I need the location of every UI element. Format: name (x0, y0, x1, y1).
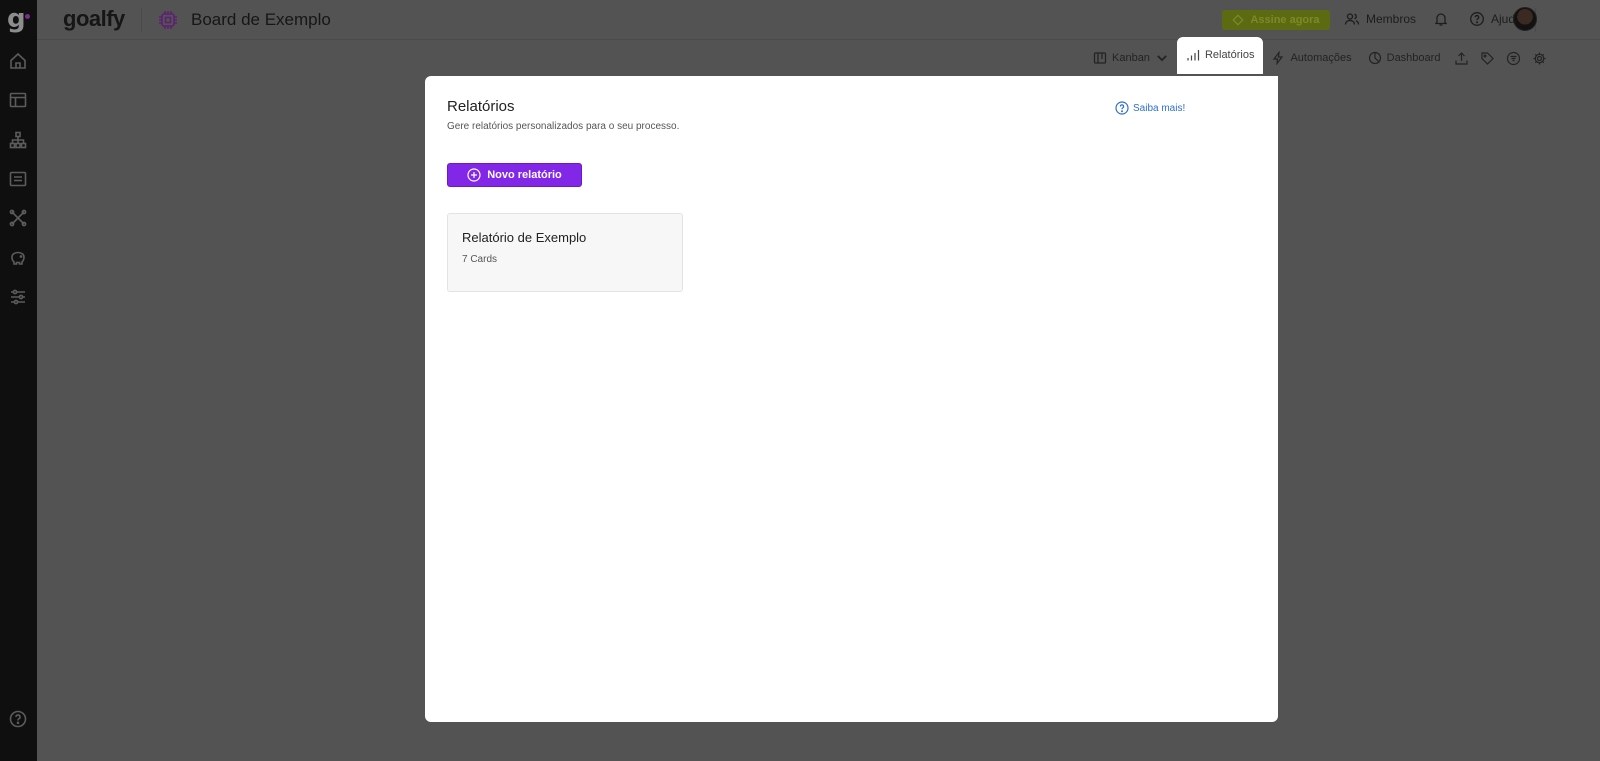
new-report-label: Novo relatório (487, 169, 562, 181)
view-selector-label: Kanban (1112, 52, 1150, 64)
report-title: Relatório de Exemplo (462, 230, 587, 245)
tab-reports[interactable]: Relatórios (1176, 36, 1264, 74)
report-card[interactable]: Relatório de Exemplo 7 Cards (447, 213, 683, 292)
view-selector[interactable]: Kanban (1085, 44, 1177, 72)
table-icon[interactable] (8, 90, 28, 110)
kanban-icon (1093, 52, 1107, 64)
modal-subtitle: Gere relatórios personalizados para o se… (447, 121, 680, 132)
piggy-bank-icon[interactable] (8, 248, 28, 268)
filter-icon (1506, 51, 1521, 65)
subscribe-button[interactable]: Assine agora (1222, 10, 1330, 30)
new-report-button[interactable]: Novo relatório (447, 163, 582, 187)
reports-modal: Relatórios Gere relatórios personalizado… (425, 76, 1278, 722)
notifications-button[interactable] (1433, 11, 1449, 27)
logo-mark[interactable]: g (7, 6, 31, 34)
board-chip-icon (157, 9, 179, 31)
question-icon (1470, 12, 1484, 26)
tag-icon (1481, 51, 1494, 65)
divider (141, 8, 142, 32)
settings-button[interactable] (1526, 44, 1552, 72)
tab-automations-label: Automações (1290, 52, 1352, 64)
users-icon (1344, 13, 1360, 25)
upload-icon (1455, 51, 1468, 65)
diamond-icon (1232, 14, 1245, 26)
filter-button[interactable] (1500, 44, 1526, 72)
avatar[interactable] (1513, 7, 1537, 31)
question-icon (1115, 101, 1129, 115)
lightning-icon (1273, 51, 1284, 65)
org-chart-icon[interactable] (8, 130, 28, 150)
bell-icon (1434, 13, 1448, 26)
tab-automations[interactable]: Automações (1263, 44, 1359, 72)
members-label: Membros (1366, 12, 1417, 26)
subscribe-label: Assine agora (1250, 14, 1320, 26)
bar-chart-icon (1187, 50, 1200, 61)
logo-dot (25, 14, 30, 19)
members-button[interactable]: Membros (1344, 11, 1416, 27)
tab-reports-label: Relatórios (1204, 49, 1255, 61)
integrations-icon[interactable] (8, 208, 28, 228)
gear-icon (1533, 52, 1546, 64)
sliders-icon[interactable] (8, 287, 28, 307)
pie-chart-icon (1368, 51, 1381, 65)
board-title: Board de Exemplo (191, 10, 331, 29)
tags-button[interactable] (1474, 44, 1500, 72)
learn-more-label: Saiba mais! (1133, 102, 1186, 114)
brand-logo[interactable]: goalfy (63, 6, 125, 32)
board-toolbar: Kanban Relatórios Automações Dashboard (1085, 36, 1552, 74)
learn-more-link[interactable]: Saiba mais! (1115, 101, 1185, 115)
report-card-count: 7 Cards (462, 254, 498, 265)
chevron-down-icon (1157, 55, 1167, 62)
export-button[interactable] (1448, 44, 1474, 72)
modal-title: Relatórios (447, 98, 515, 115)
home-icon[interactable] (8, 51, 28, 71)
plus-circle-icon (467, 168, 481, 182)
tab-dashboard-label: Dashboard (1386, 52, 1441, 64)
top-bar: goalfy Board de Exemplo Assine agora Mem… (37, 0, 1600, 40)
sidebar: g (0, 0, 37, 761)
help-icon[interactable] (8, 709, 28, 729)
tab-dashboard[interactable]: Dashboard (1360, 44, 1449, 72)
list-icon[interactable] (8, 169, 28, 189)
